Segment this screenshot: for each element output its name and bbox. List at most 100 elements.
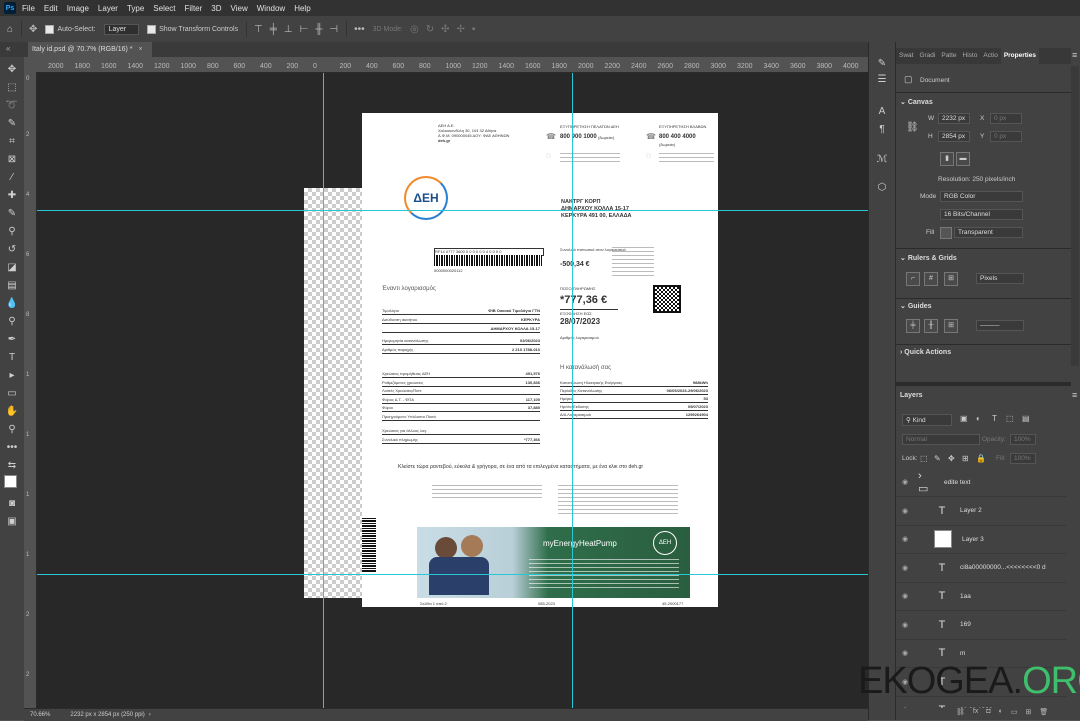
quick-select-tool-icon[interactable]: ✎	[5, 117, 19, 131]
menu-edit[interactable]: Edit	[44, 4, 58, 13]
3d-scale-icon[interactable]: ▪	[472, 24, 476, 35]
pen-tool-icon[interactable]: ✒	[5, 333, 19, 347]
filter-adjustment-icon[interactable]: ◐	[976, 414, 981, 423]
zoom-level[interactable]: 70.66%	[30, 712, 50, 718]
link-layers-icon[interactable]: ⛓	[956, 708, 965, 720]
adjustment-layer-icon[interactable]: ◐	[999, 708, 1003, 720]
fill-swatch[interactable]	[940, 227, 952, 239]
3d-pan-icon[interactable]: ✣	[441, 24, 449, 35]
guide-layout-icon[interactable]: ╫	[924, 319, 938, 333]
bill-document[interactable]: ΔΕΗ Α.Ε. Χαλκοκονδύλη 30, 104 32 Αθήνα Α…	[362, 113, 718, 607]
promo-banner[interactable]: myEnergyHeatPump ΔΕΗ	[417, 527, 690, 598]
canvas-section-title[interactable]: ⌄ Canvas	[900, 98, 933, 106]
more-options-icon[interactable]: •••	[354, 24, 365, 35]
character-icon[interactable]: A	[876, 106, 888, 118]
lock-artboard-icon[interactable]: ⊞	[962, 454, 969, 463]
layer-row[interactable]: ◉ › ▭ edite text	[896, 468, 1066, 497]
rulers-section-title[interactable]: ⌄ Rulers & Grids	[900, 254, 957, 262]
quick-mask-icon[interactable]: ◙	[5, 497, 19, 511]
properties-icon[interactable]: ☰	[876, 74, 888, 86]
visibility-eye-icon[interactable]: ◉	[898, 535, 912, 543]
lock-all-icon[interactable]: 🔒	[976, 454, 986, 463]
frame-tool-icon[interactable]: ⊠	[5, 153, 19, 167]
gradient-tool-icon[interactable]: ▤	[5, 279, 19, 293]
clone-stamp-icon[interactable]: ⚲	[5, 225, 19, 239]
layer-fill-field[interactable]: 100%	[1010, 453, 1036, 464]
panel-menu-icon[interactable]: ≡	[1072, 50, 1077, 60]
opacity-field[interactable]: 100%	[1010, 434, 1036, 445]
lasso-tool-icon[interactable]: ➰	[5, 99, 19, 113]
align-bottom-icon[interactable]: ⊥	[284, 24, 293, 35]
foreground-color-swatch[interactable]	[4, 475, 17, 488]
zoom-tool-icon[interactable]: ⚲	[5, 423, 19, 437]
auto-select-dropdown[interactable]: Layer	[103, 23, 140, 35]
mode-dropdown[interactable]: RGB Color	[940, 191, 1023, 202]
menu-3d[interactable]: 3D	[211, 4, 221, 13]
3d-icon[interactable]: ⬡	[876, 182, 888, 194]
layer-row[interactable]: ◉ Tci8a00000000...<<<<<<<<0 d	[896, 554, 1066, 583]
eyedropper-tool-icon[interactable]: ⁄	[5, 171, 19, 185]
visibility-eye-icon[interactable]: ◉	[898, 478, 912, 486]
guide-style-dropdown[interactable]: ———	[976, 320, 1024, 331]
layers-menu-icon[interactable]: ≡	[1072, 390, 1077, 400]
canvas-area[interactable]: ΔΕΗ Α.Ε. Χαλκοκονδύλη 30, 104 32 Αθήνα Α…	[37, 73, 868, 708]
blur-tool-icon[interactable]: 💧	[5, 297, 19, 311]
filter-smart-object-icon[interactable]: ▤	[1022, 414, 1030, 423]
layer-row[interactable]: ◉ Layer 3	[896, 525, 1066, 554]
new-group-icon[interactable]: ▭	[1011, 708, 1018, 720]
menu-file[interactable]: File	[22, 4, 35, 13]
paragraph-icon[interactable]: ¶	[876, 124, 888, 136]
path-select-icon[interactable]: ▸	[5, 369, 19, 383]
glyphs-icon[interactable]: ℳ	[876, 154, 888, 166]
ruler-icon[interactable]: ⌐	[906, 272, 920, 286]
home-icon[interactable]: ⌂	[7, 24, 13, 35]
tab-patterns[interactable]: Patte	[938, 48, 959, 64]
3d-roll-icon[interactable]: ↻	[426, 24, 434, 35]
menu-view[interactable]: View	[231, 4, 248, 13]
guide-lines-icon[interactable]: ╪	[906, 319, 920, 333]
rectangle-tool-icon[interactable]: ▭	[5, 387, 19, 401]
visibility-eye-icon[interactable]: ◉	[898, 621, 912, 629]
dodge-tool-icon[interactable]: ⚲	[5, 315, 19, 329]
hand-tool-icon[interactable]: ✋	[5, 405, 19, 419]
width-field[interactable]: 2232 px	[938, 113, 970, 124]
menu-select[interactable]: Select	[153, 4, 175, 13]
filter-pixel-icon[interactable]: ▣	[960, 414, 968, 423]
height-field[interactable]: 2854 px	[938, 131, 970, 142]
collapse-panels-icon[interactable]: «	[6, 44, 10, 53]
visibility-eye-icon[interactable]: ◉	[898, 649, 912, 657]
move-tool-icon[interactable]: ✥	[5, 63, 19, 77]
menu-type[interactable]: Type	[127, 4, 144, 13]
new-layer-icon[interactable]: ⊞	[1025, 708, 1031, 720]
ruler-units-dropdown[interactable]: Pixels	[976, 273, 1024, 284]
align-left-icon[interactable]: ⊢	[300, 24, 309, 35]
link-icon[interactable]: ⛓	[906, 122, 919, 133]
auto-select-checkbox[interactable]: Auto-Select:	[45, 24, 96, 34]
align-center-icon[interactable]: ╫	[315, 24, 322, 35]
crop-tool-icon[interactable]: ⌗	[5, 135, 19, 149]
menu-help[interactable]: Help	[294, 4, 310, 13]
filter-type-icon[interactable]: T	[992, 414, 997, 423]
landscape-orientation-icon[interactable]: ▬	[956, 152, 970, 166]
quick-actions-title[interactable]: › Quick Actions	[900, 349, 951, 356]
menu-layer[interactable]: Layer	[98, 4, 118, 13]
brush-tool-icon[interactable]: ✎	[5, 207, 19, 221]
guide-horizontal[interactable]	[37, 574, 868, 575]
healing-brush-icon[interactable]: ✚	[5, 189, 19, 203]
portrait-orientation-icon[interactable]: ▮	[940, 152, 954, 166]
layer-kind-filter[interactable]: ⚲ Kind	[902, 414, 952, 426]
menu-window[interactable]: Window	[257, 4, 285, 13]
visibility-eye-icon[interactable]: ◉	[898, 706, 912, 708]
move-tool-icon[interactable]: ✥	[29, 24, 37, 35]
grid-icon[interactable]: #	[924, 272, 938, 286]
3d-slide-icon[interactable]: ✢	[457, 24, 465, 35]
fx-icon[interactable]: fx	[973, 708, 978, 720]
align-right-icon[interactable]: ⊣	[329, 24, 338, 35]
blend-mode-dropdown[interactable]: Normal	[902, 434, 980, 445]
document-tab[interactable]: Italy id.psd @ 70.7% (RGB/16) * ×	[28, 42, 152, 57]
3d-orbit-icon[interactable]: ◎	[410, 24, 419, 35]
layers-panel-title[interactable]: Layers	[900, 392, 923, 399]
pixel-grid-icon[interactable]: ⊞	[944, 272, 958, 286]
tab-properties[interactable]: Properties	[1000, 48, 1039, 64]
eraser-tool-icon[interactable]: ◪	[5, 261, 19, 275]
